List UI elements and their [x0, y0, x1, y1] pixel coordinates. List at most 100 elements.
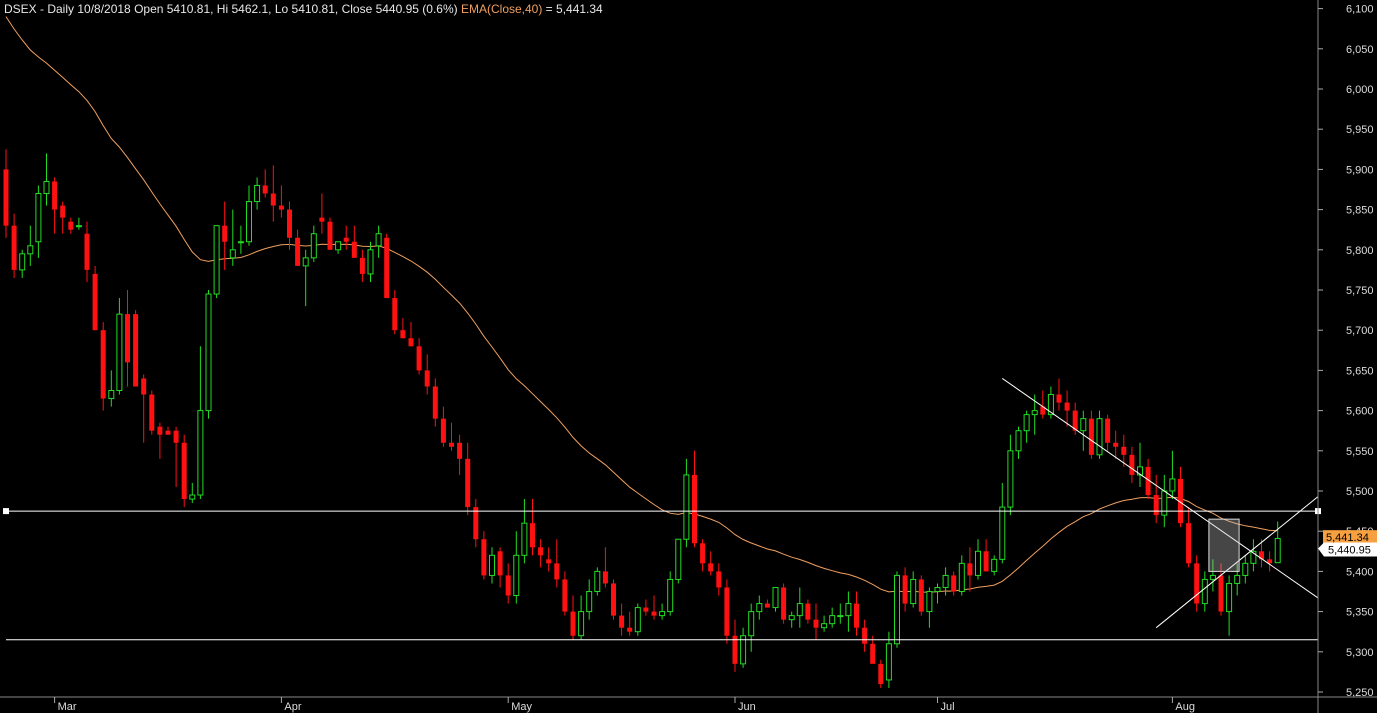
candle-body[interactable]: [440, 418, 446, 443]
candle-body[interactable]: [343, 237, 349, 242]
candle-body[interactable]: [27, 245, 34, 255]
candle-body[interactable]: [457, 442, 463, 459]
candle-body[interactable]: [878, 663, 884, 684]
candle-body[interactable]: [408, 338, 414, 347]
candle-body[interactable]: [497, 551, 503, 576]
candle-body[interactable]: [116, 313, 123, 391]
candle-body[interactable]: [805, 603, 811, 620]
candle-body[interactable]: [302, 257, 309, 267]
candle-body[interactable]: [967, 563, 973, 576]
candle-body[interactable]: [1274, 537, 1281, 564]
candle-body[interactable]: [295, 237, 301, 266]
candle-body[interactable]: [351, 241, 357, 258]
candle-body[interactable]: [287, 209, 292, 238]
candle-body[interactable]: [367, 249, 374, 275]
trendline-descending[interactable]: [1002, 378, 1319, 599]
candle-body[interactable]: [222, 225, 228, 242]
candle-body[interactable]: [1088, 418, 1094, 455]
candle-body[interactable]: [885, 643, 892, 681]
candle-body[interactable]: [68, 221, 74, 230]
candle-body[interactable]: [1242, 562, 1249, 576]
candle-body[interactable]: [602, 571, 608, 584]
candle-body[interactable]: [748, 611, 755, 637]
candle-body[interactable]: [942, 574, 949, 588]
candle-body[interactable]: [837, 615, 844, 618]
candle-body[interactable]: [11, 225, 17, 270]
candle-body[interactable]: [634, 607, 641, 633]
candle-body[interactable]: [35, 193, 42, 243]
candle-body[interactable]: [125, 314, 130, 363]
candle-body[interactable]: [310, 233, 317, 259]
candle-body[interactable]: [1015, 430, 1022, 452]
candle-body[interactable]: [254, 184, 261, 203]
candle-body[interactable]: [92, 273, 98, 331]
candle-body[interactable]: [335, 241, 342, 251]
candle-body[interactable]: [530, 523, 535, 548]
candles[interactable]: [3, 149, 1281, 688]
line-handle-left[interactable]: [3, 508, 9, 515]
candle-body[interactable]: [554, 563, 560, 580]
candle-body[interactable]: [870, 643, 876, 664]
candle-body[interactable]: [165, 430, 171, 435]
candle-body[interactable]: [19, 253, 26, 271]
candle-body[interactable]: [788, 615, 795, 621]
candle-body[interactable]: [1209, 574, 1216, 580]
candle-body[interactable]: [716, 571, 722, 588]
candle-body[interactable]: [975, 550, 981, 576]
candle-body[interactable]: [213, 225, 220, 295]
candle-body[interactable]: [667, 578, 674, 613]
candle-body[interactable]: [594, 570, 601, 593]
candle-body[interactable]: [1080, 418, 1087, 432]
candle-body[interactable]: [862, 627, 868, 644]
candle-body[interactable]: [692, 474, 697, 544]
candle-body[interactable]: [205, 293, 212, 412]
candle-body[interactable]: [724, 587, 730, 636]
candle-body[interactable]: [319, 217, 325, 222]
candle-body[interactable]: [278, 205, 284, 210]
candle-body[interactable]: [181, 442, 187, 500]
candle-body[interactable]: [375, 233, 382, 247]
candle-body[interactable]: [951, 575, 957, 592]
candle-body[interactable]: [700, 543, 706, 564]
candle-body[interactable]: [157, 426, 163, 435]
candle-body[interactable]: [1096, 418, 1103, 456]
candle-body[interactable]: [384, 237, 390, 299]
candle-body[interactable]: [1186, 523, 1192, 564]
price-chart[interactable]: 6,100 6,050 6,000 5,950 5,900 5,850 5,800 5,750…: [0, 0, 1377, 713]
candle-body[interactable]: [246, 201, 252, 243]
candle-body[interactable]: [627, 627, 633, 632]
candle-body[interactable]: [327, 221, 333, 250]
candle-body[interactable]: [764, 603, 770, 608]
candle-body[interactable]: [133, 314, 139, 387]
candle-body[interactable]: [829, 615, 836, 625]
candle-body[interactable]: [84, 233, 90, 270]
candle-body[interactable]: [189, 494, 196, 500]
candle-body[interactable]: [894, 574, 900, 645]
candle-body[interactable]: [392, 298, 398, 331]
candle-body[interactable]: [958, 562, 965, 592]
candle-body[interactable]: [141, 378, 147, 395]
candle-body[interactable]: [821, 623, 828, 629]
candle-body[interactable]: [845, 603, 852, 617]
candle-body[interactable]: [675, 538, 682, 580]
candle-body[interactable]: [772, 586, 779, 609]
candle-body[interactable]: [1226, 582, 1233, 613]
candle-body[interactable]: [1113, 442, 1119, 447]
candle-body[interactable]: [781, 587, 787, 620]
candle-body[interactable]: [262, 185, 268, 194]
candle-body[interactable]: [1056, 394, 1062, 403]
candle-body[interactable]: [1031, 410, 1038, 416]
candle-body[interactable]: [1064, 402, 1070, 411]
candle-body[interactable]: [1121, 446, 1127, 455]
candle-body[interactable]: [149, 394, 155, 431]
candle-body[interactable]: [481, 539, 487, 576]
candle-body[interactable]: [424, 370, 430, 387]
candle-body[interactable]: [489, 554, 495, 576]
candle-body[interactable]: [75, 225, 82, 228]
candle-body[interactable]: [449, 442, 454, 447]
candle-body[interactable]: [934, 586, 941, 592]
candle-body[interactable]: [1218, 575, 1224, 612]
candle-body[interactable]: [999, 506, 1006, 560]
candle-body[interactable]: [473, 507, 479, 540]
candle-body[interactable]: [570, 611, 576, 636]
